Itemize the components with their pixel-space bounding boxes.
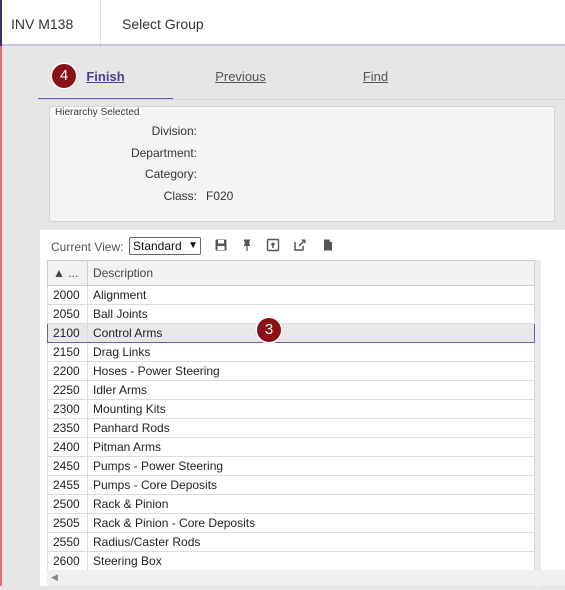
table-row[interactable]: 2500 Rack & Pinion (47, 494, 535, 514)
row-description: Alignment (87, 285, 535, 305)
save-icon[interactable] (214, 238, 228, 252)
table-row[interactable]: 2050 Ball Joints (47, 304, 535, 324)
table-row[interactable]: 2250 Idler Arms (47, 380, 535, 400)
column-header-description[interactable]: Description (87, 260, 535, 286)
hierarchy-row-division: Division: (50, 124, 270, 140)
row-code: 2505 (47, 513, 88, 533)
row-description: Rack & Pinion - Core Deposits (87, 513, 535, 533)
title-bar: INV M138 Select Group (2, 0, 565, 46)
row-code: 2000 (47, 285, 88, 305)
row-code: 2150 (47, 342, 88, 362)
left-edge-accent (0, 0, 2, 586)
scroll-left-icon[interactable]: ◀ (51, 572, 58, 583)
table-row[interactable]: 2000 Alignment (47, 285, 535, 305)
hierarchy-row-category: Category: (50, 167, 270, 183)
row-code: 2050 (47, 304, 88, 324)
row-code: 2300 (47, 399, 88, 419)
hierarchy-selected-panel: Hierarchy Selected Division: Department:… (49, 106, 555, 222)
row-code: 2500 (47, 494, 88, 514)
row-description: Radius/Caster Rods (87, 532, 535, 552)
tab-previous-label: Previous (215, 69, 266, 84)
action-tabs: Finish 4 Previous Find (38, 56, 565, 100)
row-description: Rack & Pinion (87, 494, 535, 514)
table-header-row: ▲ ... Description (47, 260, 535, 286)
upload-icon[interactable] (266, 238, 280, 252)
row-description: Pumps - Power Steering (87, 456, 535, 476)
table-row[interactable]: 2350 Panhard Rods (47, 418, 535, 438)
table-row[interactable]: 2300 Mounting Kits (47, 399, 535, 419)
grid-toolbar: Current View: Standard ▼ (51, 237, 561, 257)
hierarchy-row-class: Class: F020 (50, 189, 270, 205)
document-icon[interactable] (321, 238, 335, 252)
row-code: 2400 (47, 437, 88, 457)
group-grid-panel: Current View: Standard ▼ ▲ ... Descripti… (40, 230, 565, 590)
export-icon[interactable] (293, 238, 307, 252)
step-badge-selected-row: 3 (255, 316, 283, 344)
row-code: 2250 (47, 380, 88, 400)
window-title: Select Group (122, 16, 204, 32)
tab-find[interactable]: Find (338, 56, 413, 98)
title-divider (100, 0, 101, 44)
row-description: Mounting Kits (87, 399, 535, 419)
row-description: Control Arms (87, 323, 535, 343)
row-description: Idler Arms (87, 380, 535, 400)
row-code: 2100 (47, 323, 88, 343)
hierarchy-legend: Hierarchy Selected (53, 107, 142, 118)
current-view-select[interactable]: Standard ▼ (129, 237, 201, 255)
hierarchy-row-department: Department: (50, 146, 270, 162)
row-description: Pumps - Core Deposits (87, 475, 535, 495)
row-description: Panhard Rods (87, 418, 535, 438)
table-row[interactable]: 2200 Hoses - Power Steering (47, 361, 535, 381)
group-table: ▲ ... Description 2000 Alignment 2050 Ball … (47, 260, 535, 571)
step-badge-finish: 4 (50, 62, 78, 90)
table-row[interactable]: 2100 Control Arms (47, 323, 535, 343)
window-code: INV M138 (11, 16, 74, 32)
table-row[interactable]: 2450 Pumps - Power Steering (47, 456, 535, 476)
horizontal-scrollbar[interactable]: ◀ (47, 570, 565, 586)
table-row[interactable]: 2505 Rack & Pinion - Core Deposits (47, 513, 535, 533)
tab-finish-label: Finish (86, 69, 125, 84)
table-row[interactable]: 2455 Pumps - Core Deposits (47, 475, 535, 495)
class-label: Class: (163, 189, 197, 203)
row-description: Steering Box (87, 551, 535, 571)
chevron-down-icon: ▼ (188, 240, 198, 251)
class-value: F020 (206, 189, 234, 203)
row-description: Drag Links (87, 342, 535, 362)
division-label: Division: (151, 124, 197, 138)
tab-previous[interactable]: Previous (198, 56, 283, 98)
row-description: Pitman Arms (87, 437, 535, 457)
table-row[interactable]: 2550 Radius/Caster Rods (47, 532, 535, 552)
current-view-label: Current View: (51, 240, 124, 254)
department-label: Department: (130, 146, 197, 160)
vertical-scrollbar[interactable] (535, 260, 541, 590)
table-body: 2000 Alignment 2050 Ball Joints 2100 Control … (47, 285, 535, 571)
category-label: Category: (144, 167, 197, 181)
row-code: 2350 (47, 418, 88, 438)
row-description: Ball Joints (87, 304, 535, 324)
tabs-divider (38, 99, 565, 100)
current-view-value: Standard (133, 239, 182, 253)
row-code: 2550 (47, 532, 88, 552)
tab-find-label: Find (362, 69, 389, 84)
row-code: 2450 (47, 456, 88, 476)
table-row[interactable]: 2400 Pitman Arms (47, 437, 535, 457)
row-code: 2200 (47, 361, 88, 381)
row-description: Hoses - Power Steering (87, 361, 535, 381)
table-row[interactable]: 2600 Steering Box (47, 551, 535, 571)
column-header-code[interactable]: ▲ ... (47, 260, 88, 286)
row-code: 2600 (47, 551, 88, 571)
table-row[interactable]: 2150 Drag Links (47, 342, 535, 362)
pin-icon[interactable] (240, 238, 254, 252)
row-code: 2455 (47, 475, 88, 495)
